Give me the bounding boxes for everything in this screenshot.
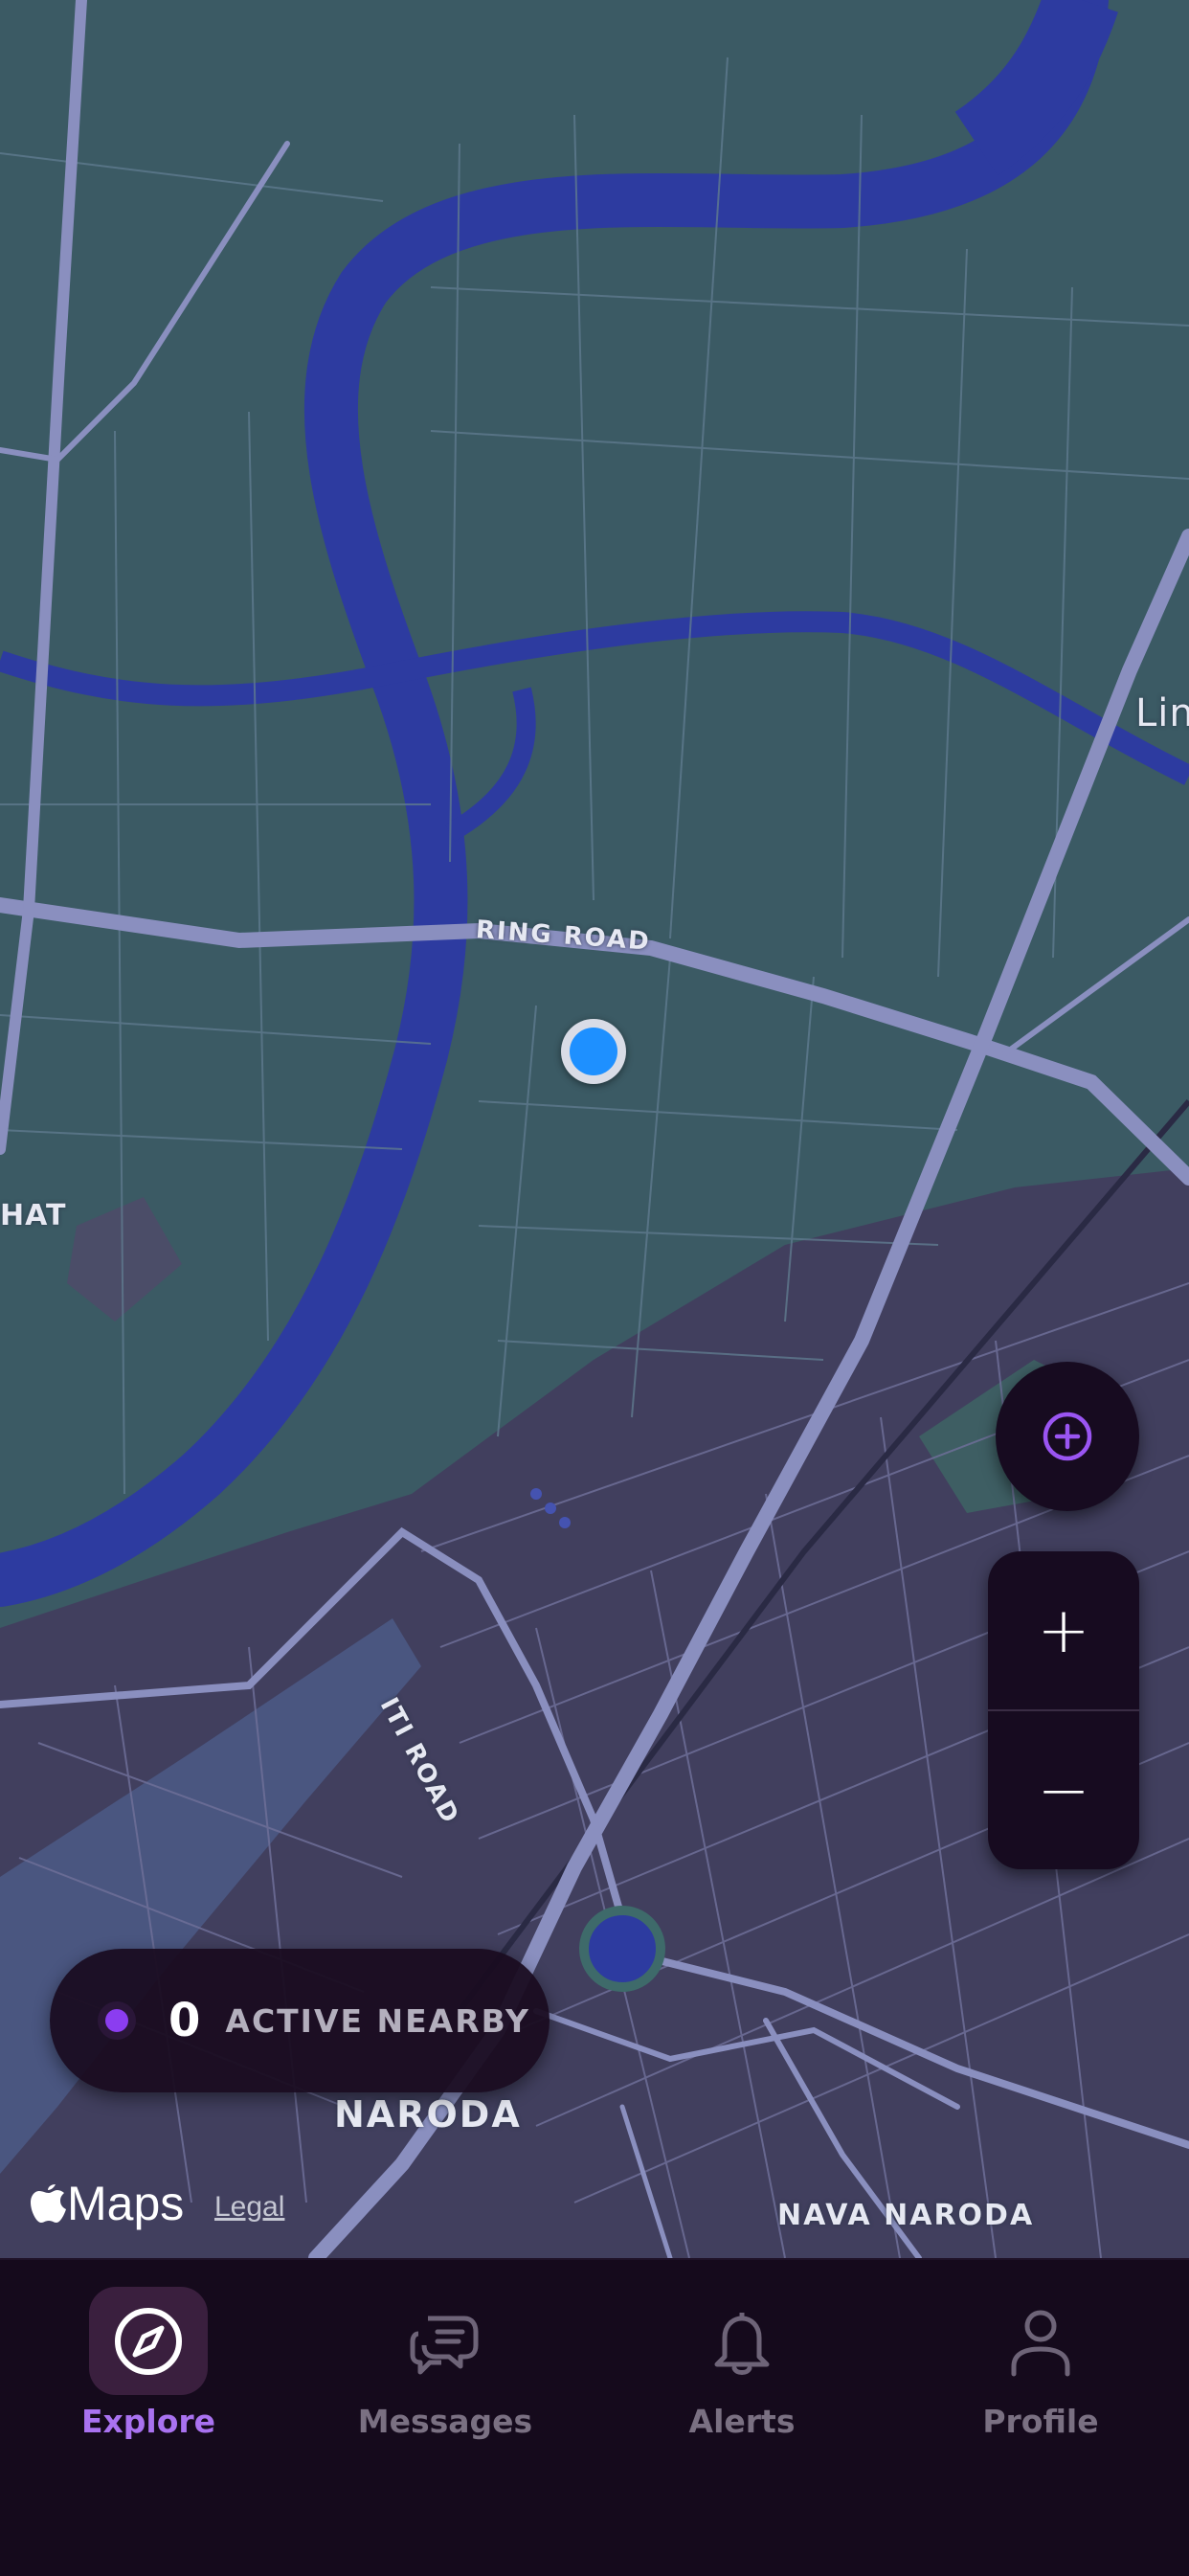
map-label-nava-naroda: NAVA NARODA <box>777 2199 1035 2232</box>
user-location-core <box>570 1028 617 1075</box>
tab-messages-icon-wrap <box>386 2287 505 2395</box>
locate-button[interactable] <box>996 1362 1139 1511</box>
tab-alerts[interactable]: Alerts <box>637 2287 847 2440</box>
tab-profile[interactable]: Profile <box>935 2287 1146 2440</box>
map-canvas <box>0 0 1189 2258</box>
user-location-marker[interactable] <box>561 1019 626 1084</box>
active-status-dot <box>98 2001 136 2040</box>
zoom-control: + − <box>988 1551 1139 1869</box>
tab-alerts-label: Alerts <box>688 2403 796 2440</box>
apple-logo-icon <box>31 2184 66 2223</box>
tab-explore-label: Explore <box>80 2403 216 2440</box>
bottom-tab-bar: Explore Messages Alerts Profile <box>0 2258 1189 2576</box>
tab-profile-label: Profile <box>982 2403 1099 2440</box>
zoom-in-button[interactable]: + <box>988 1551 1139 1709</box>
bell-icon <box>714 2312 770 2375</box>
legal-link[interactable]: Legal <box>214 2191 284 2224</box>
map-label-hat: HAT <box>0 1199 67 1232</box>
tab-explore-icon-wrap <box>89 2287 208 2395</box>
maps-brand-text: Maps <box>67 2177 185 2230</box>
zoom-out-button[interactable]: − <box>988 1711 1139 1869</box>
compass-icon <box>115 2307 182 2375</box>
map-label-naroda: NARODA <box>334 2093 522 2135</box>
map-label-lin: Lin <box>1135 691 1189 735</box>
plus-circle-icon <box>1043 1412 1092 1461</box>
person-icon <box>1011 2310 1070 2376</box>
active-nearby-pill[interactable]: 0 ACTIVE NEARBY <box>50 1949 550 2092</box>
active-nearby-count: 0 <box>168 1994 201 2047</box>
tab-profile-icon-wrap <box>981 2287 1100 2395</box>
tab-messages-label: Messages <box>357 2403 533 2440</box>
maps-attribution: Maps <box>31 2176 184 2231</box>
tab-messages[interactable]: Messages <box>340 2287 550 2440</box>
active-nearby-label: ACTIVE NEARBY <box>225 2001 530 2040</box>
chat-bubbles-icon <box>410 2316 479 2374</box>
map-view[interactable]: RING ROAD ITI ROAD NARODA NAVA NARODA HA… <box>0 0 1189 2258</box>
tab-explore[interactable]: Explore <box>43 2287 254 2440</box>
tab-alerts-icon-wrap <box>683 2287 801 2395</box>
